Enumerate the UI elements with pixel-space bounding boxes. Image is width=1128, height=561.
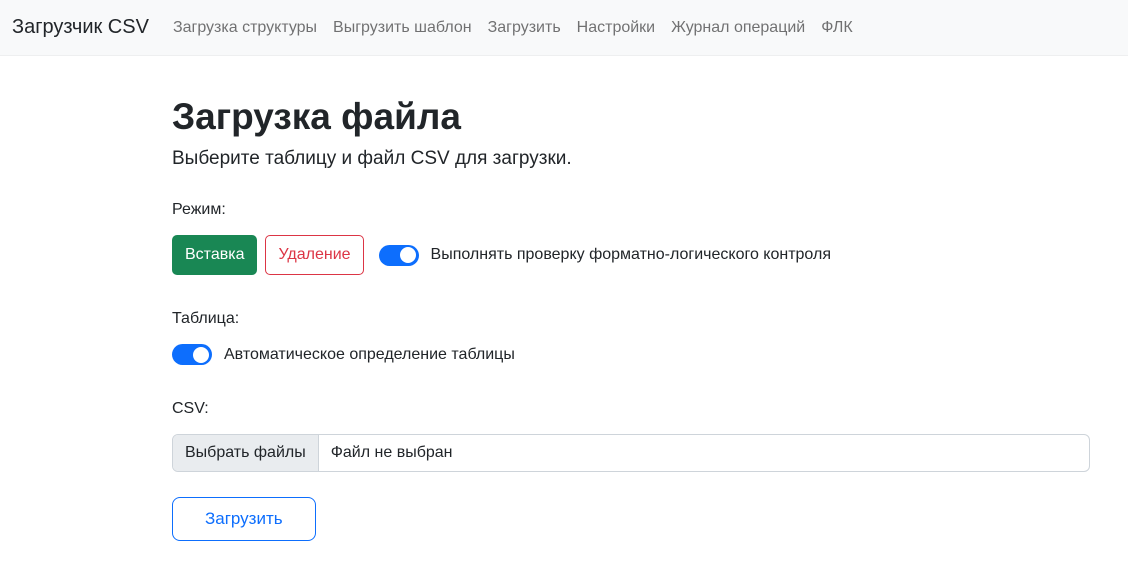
table-label: Таблица: (172, 310, 240, 327)
csv-file-input[interactable]: Выбрать файлы Файл не выбран (172, 434, 1090, 472)
table-row: Автоматическое определение таблицы (172, 344, 1090, 365)
navbar-brand[interactable]: Загрузчик CSV (12, 16, 149, 39)
insert-mode-button[interactable]: Вставка (172, 235, 258, 275)
choose-files-button[interactable]: Выбрать файлы (173, 435, 319, 471)
nav-item-operations-log[interactable]: Журнал операций (663, 11, 813, 45)
mode-label: Режим: (172, 201, 226, 218)
toggle-knob-icon (193, 346, 209, 363)
file-status-text: Файл не выбран (330, 444, 453, 461)
main-content: Загрузка файла Выберите таблицу и файл C… (0, 96, 1128, 555)
nav-item-upload[interactable]: Загрузить (480, 11, 569, 45)
delete-mode-button[interactable]: Удаление (265, 235, 364, 275)
csv-label: CSV: (172, 400, 209, 417)
auto-table-toggle[interactable] (172, 344, 212, 365)
upload-button[interactable]: Загрузить (172, 497, 316, 541)
flc-check-toggle-label: Выполнять проверку форматно-логического … (430, 246, 831, 263)
toggle-knob-icon (399, 247, 416, 263)
page-subtitle: Выберите таблицу и файл CSV для загрузки… (172, 148, 572, 169)
mode-row: Вставка Удаление Выполнять проверку форм… (172, 235, 1090, 275)
auto-table-toggle-label: Автоматическое определение таблицы (224, 345, 515, 363)
nav-item-structure-upload[interactable]: Загрузка структуры (165, 11, 325, 45)
nav-item-export-template[interactable]: Выгрузить шаблон (325, 11, 480, 45)
nav-item-flk[interactable]: ФЛК (813, 11, 860, 45)
flc-check-toggle[interactable] (378, 244, 419, 266)
page-title: Загрузка файла (172, 96, 461, 137)
nav-item-settings[interactable]: Настройки (569, 11, 663, 45)
navbar: Загрузчик CSV Загрузка структуры Выгрузи… (0, 0, 1128, 56)
